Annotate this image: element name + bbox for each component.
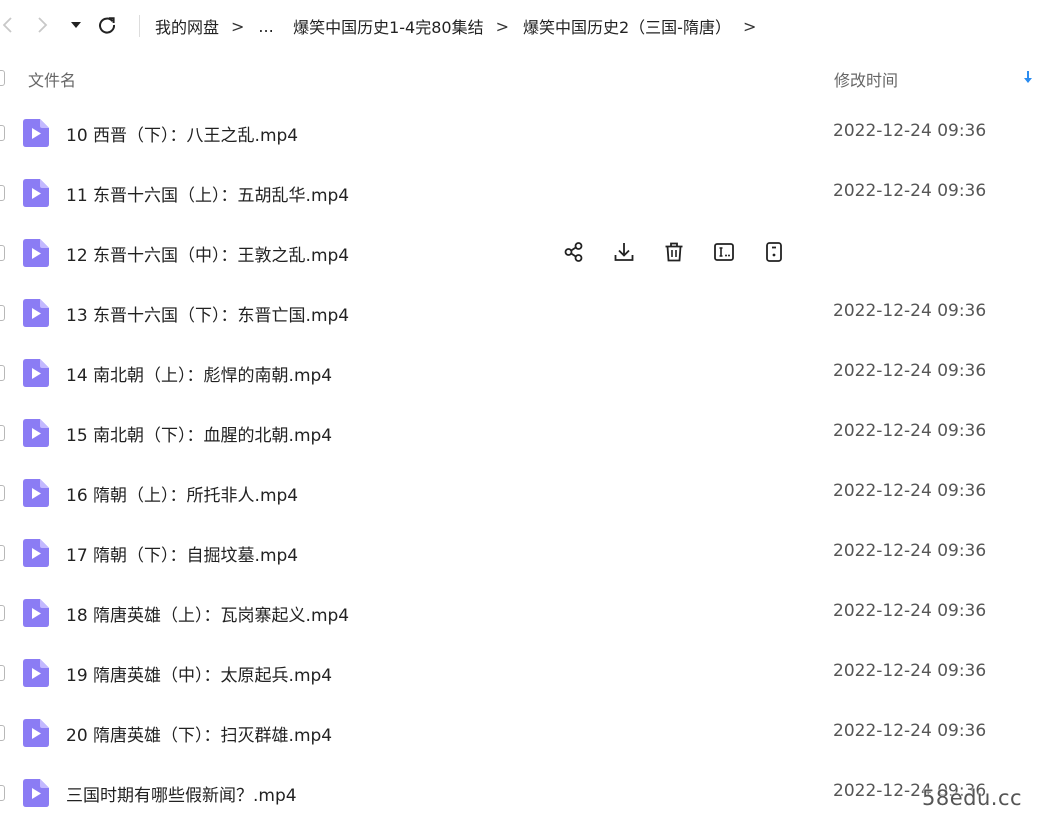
file-name[interactable]: 三国时期有哪些假新闻？.mp4 <box>66 781 297 806</box>
download-icon[interactable] <box>611 239 637 265</box>
sort-descending-icon[interactable] <box>1020 68 1036 88</box>
file-row[interactable]: 14 南北朝（上）：彪悍的南朝.mp4 2022-12-24 09:36 <box>0 342 1039 402</box>
video-file-icon <box>23 719 49 747</box>
video-file-icon <box>23 179 49 207</box>
video-file-icon <box>23 479 49 507</box>
file-name[interactable]: 10 西晋（下）：八王之乱.mp4 <box>66 121 298 146</box>
watermark: 58edu.cc <box>922 786 1023 810</box>
file-name[interactable]: 16 隋朝（上）：所托非人.mp4 <box>66 481 298 506</box>
file-modified-time: 2022-12-24 09:36 <box>833 601 987 621</box>
row-checkbox[interactable] <box>0 605 5 621</box>
file-modified-time: 2022-12-24 09:36 <box>833 541 987 561</box>
file-modified-time: 2022-12-24 09:36 <box>833 421 987 441</box>
file-name[interactable]: 17 隋朝（下）：自掘坟墓.mp4 <box>66 541 298 566</box>
file-name[interactable]: 11 东晋十六国（上）：五胡乱华.mp4 <box>66 181 349 206</box>
file-modified-time: 2022-12-24 09:36 <box>833 361 987 381</box>
file-name[interactable]: 13 东晋十六国（下）：东晋亡国.mp4 <box>66 301 349 326</box>
row-checkbox[interactable] <box>0 785 5 801</box>
delete-icon[interactable] <box>661 239 687 265</box>
file-row[interactable]: 18 隋唐英雄（上）：瓦岗寨起义.mp4 2022-12-24 09:36 <box>0 582 1039 642</box>
file-row[interactable]: 13 东晋十六国（下）：东晋亡国.mp4 2022-12-24 09:36 <box>0 282 1039 342</box>
file-list-header: 文件名 修改时间 <box>0 62 1039 94</box>
forward-chevron-icon[interactable] <box>30 13 54 37</box>
file-name[interactable]: 15 南北朝（下）：血腥的北朝.mp4 <box>66 421 332 446</box>
back-chevron-icon[interactable] <box>0 13 16 37</box>
file-list: 10 西晋（下）：八王之乱.mp4 2022-12-24 09:36 11 东晋十六… <box>0 102 1039 822</box>
file-modified-time: 2022-12-24 09:36 <box>833 661 987 681</box>
file-row[interactable]: 12 东晋十六国（中）：王敦之乱.mp4 <box>0 222 1039 282</box>
refresh-icon[interactable] <box>94 13 120 37</box>
file-row[interactable]: 10 西晋（下）：八王之乱.mp4 2022-12-24 09:36 <box>0 102 1039 162</box>
video-file-icon <box>23 599 49 627</box>
breadcrumb: 我的网盘 > ... > 爆笑中国历史1-4完80集结 > 爆笑中国历史2（三国… <box>155 12 770 40</box>
file-name[interactable]: 14 南北朝（上）：彪悍的南朝.mp4 <box>66 361 332 386</box>
row-checkbox[interactable] <box>0 545 5 561</box>
row-checkbox[interactable] <box>0 245 5 261</box>
video-file-icon <box>23 119 49 147</box>
row-checkbox[interactable] <box>0 425 5 441</box>
column-header-modified-time[interactable]: 修改时间 <box>834 67 898 91</box>
share-icon[interactable] <box>561 239 587 265</box>
top-navigation-bar: 我的网盘 > ... > 爆笑中国历史1-4完80集结 > 爆笑中国历史2（三国… <box>0 0 1039 50</box>
nav-divider <box>139 15 140 37</box>
video-file-icon <box>23 239 49 267</box>
breadcrumb-separator: > <box>742 16 757 36</box>
row-checkbox[interactable] <box>0 185 5 201</box>
file-name[interactable]: 12 东晋十六国（中）：王敦之乱.mp4 <box>66 241 349 266</box>
select-all-checkbox[interactable] <box>0 70 5 86</box>
more-icon[interactable] <box>761 239 787 265</box>
breadcrumb-item-root[interactable]: 我的网盘 <box>155 14 219 38</box>
video-file-icon <box>23 299 49 327</box>
row-checkbox[interactable] <box>0 725 5 741</box>
rename-icon[interactable] <box>711 239 737 265</box>
file-modified-time: 2022-12-24 09:36 <box>833 121 987 141</box>
breadcrumb-separator: > <box>231 16 245 36</box>
file-modified-time: 2022-12-24 09:36 <box>833 481 987 501</box>
video-file-icon <box>23 659 49 687</box>
file-name[interactable]: 20 隋唐英雄（下）：扫灭群雄.mp4 <box>66 721 332 746</box>
row-checkbox[interactable] <box>0 305 5 321</box>
row-checkbox[interactable] <box>0 665 5 681</box>
row-checkbox[interactable] <box>0 485 5 501</box>
file-modified-time: 2022-12-24 09:36 <box>833 181 987 201</box>
video-file-icon <box>23 779 49 807</box>
row-checkbox[interactable] <box>0 125 5 141</box>
file-row[interactable]: 11 东晋十六国（上）：五胡乱华.mp4 2022-12-24 09:36 <box>0 162 1039 222</box>
file-name[interactable]: 19 隋唐英雄（中）：太原起兵.mp4 <box>66 661 332 686</box>
breadcrumb-item-current[interactable]: 爆笑中国历史2（三国-隋唐） <box>523 14 731 38</box>
row-action-toolbar <box>561 239 787 265</box>
file-row[interactable]: 15 南北朝（下）：血腥的北朝.mp4 2022-12-24 09:36 <box>0 402 1039 462</box>
breadcrumb-item-ellipsis[interactable]: ... <box>258 17 273 36</box>
video-file-icon <box>23 419 49 447</box>
video-file-icon <box>23 539 49 567</box>
video-file-icon <box>23 359 49 387</box>
file-modified-time: 2022-12-24 09:36 <box>833 301 987 321</box>
column-header-name[interactable]: 文件名 <box>28 67 76 91</box>
file-row[interactable]: 16 隋朝（上）：所托非人.mp4 2022-12-24 09:36 <box>0 462 1039 522</box>
file-row[interactable]: 19 隋唐英雄（中）：太原起兵.mp4 2022-12-24 09:36 <box>0 642 1039 702</box>
history-dropdown-icon[interactable] <box>64 13 88 37</box>
file-row[interactable]: 20 隋唐英雄（下）：扫灭群雄.mp4 2022-12-24 09:36 <box>0 702 1039 762</box>
breadcrumb-separator: > <box>495 16 509 36</box>
row-checkbox[interactable] <box>0 365 5 381</box>
file-row[interactable]: 17 隋朝（下）：自掘坟墓.mp4 2022-12-24 09:36 <box>0 522 1039 582</box>
file-row[interactable]: 三国时期有哪些假新闻？.mp4 2022-12-24 09:36 <box>0 762 1039 822</box>
file-modified-time: 2022-12-24 09:36 <box>833 721 987 741</box>
file-name[interactable]: 18 隋唐英雄（上）：瓦岗寨起义.mp4 <box>66 601 349 626</box>
breadcrumb-item-collection[interactable]: 爆笑中国历史1-4完80集结 <box>293 14 484 38</box>
